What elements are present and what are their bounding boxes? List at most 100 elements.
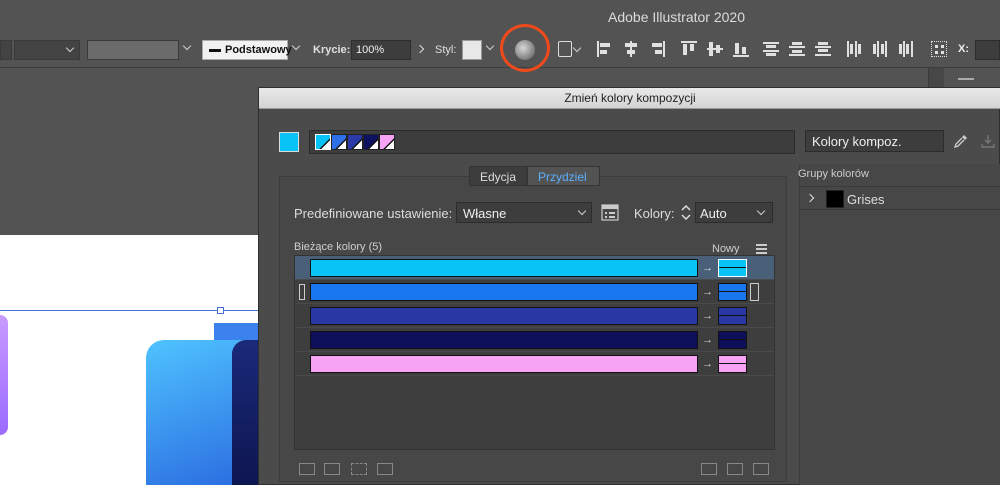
preset-label: Predefiniowane ustawienie: <box>294 206 453 221</box>
harmony-rules-dropdown[interactable] <box>309 130 840 154</box>
exclude-colors-icon[interactable] <box>351 463 367 475</box>
dialog-title: Zmień kolory kompozycji <box>259 88 1000 109</box>
stroke-weight-dropdown[interactable] <box>14 40 80 60</box>
current-color-bar[interactable] <box>310 355 698 373</box>
tab-assign[interactable]: Przydziel <box>527 166 600 186</box>
harmony-swatch[interactable] <box>315 134 331 150</box>
style-label: Styl: <box>435 44 457 56</box>
tab-edit[interactable]: Edycja <box>469 166 528 186</box>
color-group-swatch <box>826 190 844 208</box>
color-row[interactable]: → <box>295 352 774 376</box>
chevron-down-icon[interactable] <box>182 41 193 53</box>
align-top-icon[interactable] <box>681 41 697 57</box>
artwork-shape-purple[interactable] <box>0 315 8 435</box>
arrow-right-icon: → <box>702 310 713 322</box>
opacity-label: Krycie: <box>313 44 351 56</box>
distribute-left-icon[interactable] <box>846 41 862 57</box>
align-bottom-icon[interactable] <box>733 41 749 57</box>
panel-collapse-icon[interactable] <box>958 78 974 80</box>
active-color-swatch[interactable] <box>279 132 299 152</box>
current-color-bar[interactable] <box>310 331 698 349</box>
chevron-down-icon[interactable] <box>291 41 302 53</box>
stroke-line-icon <box>209 49 221 52</box>
artwork-shape-navy[interactable] <box>232 340 258 485</box>
color-groups-label: Grupy kolorów <box>798 168 869 180</box>
current-color-bar[interactable] <box>310 283 698 301</box>
opacity-value: 100% <box>356 44 385 56</box>
preset-dropdown[interactable]: Własne <box>456 202 592 223</box>
tab-edit-label: Edycja <box>480 170 517 184</box>
distribute-vertical-center-icon[interactable] <box>789 41 805 57</box>
color-row[interactable]: → <box>295 304 774 328</box>
align-vertical-center-icon[interactable] <box>707 41 723 57</box>
new-color-swatch[interactable] <box>718 307 747 325</box>
new-color-swatch[interactable] <box>718 355 747 373</box>
align-left-icon[interactable] <box>597 41 613 57</box>
tab-assign-label: Przydziel <box>538 170 587 184</box>
graphic-style-swatch[interactable] <box>462 40 482 60</box>
eyedropper-icon[interactable] <box>953 133 969 149</box>
row-options-icon[interactable] <box>750 283 759 301</box>
randomly-change-order-icon[interactable] <box>701 463 717 475</box>
new-color-swatch[interactable] <box>718 283 747 301</box>
chevron-down-icon <box>756 206 766 216</box>
new-color-swatch[interactable] <box>718 259 747 277</box>
color-group-row[interactable]: Grises <box>799 186 1000 210</box>
colors-count-dropdown[interactable]: Auto <box>695 202 773 223</box>
row-drag-handle-icon[interactable] <box>299 284 305 300</box>
find-color-icon[interactable] <box>753 463 769 475</box>
color-row[interactable]: → <box>295 256 774 280</box>
align-to-icon[interactable] <box>931 41 947 57</box>
randomly-change-saturation-icon[interactable] <box>727 463 743 475</box>
distribute-bottom-icon[interactable] <box>815 41 831 57</box>
save-color-group-icon[interactable] <box>981 134 995 148</box>
chevron-down-icon[interactable] <box>485 41 496 53</box>
colors-count-label: Kolory: <box>634 206 675 221</box>
variable-width-dropdown[interactable] <box>87 40 179 60</box>
align-right-icon[interactable] <box>649 41 665 57</box>
new-row-icon[interactable] <box>377 463 393 475</box>
chevron-down-icon[interactable] <box>572 43 583 55</box>
chevron-down-icon <box>65 43 75 53</box>
brush-definition-dropdown[interactable]: Podstawowy <box>202 40 292 60</box>
opacity-field[interactable]: 100% <box>351 40 411 60</box>
color-groups-panel <box>799 164 1000 485</box>
highlight-circle <box>500 24 550 72</box>
app-title: Adobe Illustrator 2020 <box>608 9 745 25</box>
color-group-name-field[interactable]: Kolory kompoz. <box>805 130 944 152</box>
harmony-swatch[interactable] <box>347 134 363 150</box>
x-coordinate-field[interactable] <box>975 40 1000 60</box>
preset-value: Własne <box>463 206 507 221</box>
selection-handle[interactable] <box>217 307 224 314</box>
current-color-bar[interactable] <box>310 259 698 277</box>
color-row[interactable]: → <box>295 280 774 304</box>
colors-count-value: Auto <box>700 206 727 221</box>
new-colors-label: Nowy <box>712 243 740 255</box>
merge-colors-icon[interactable] <box>299 463 315 475</box>
current-colors-label: Bieżące kolory (5) <box>294 241 383 253</box>
opacity-arrow-button[interactable] <box>414 40 428 60</box>
distribute-horizontal-center-icon[interactable] <box>872 41 888 57</box>
color-row[interactable]: → <box>295 328 774 352</box>
harmony-swatch[interactable] <box>379 134 395 150</box>
preset-options-icon[interactable] <box>601 204 619 221</box>
separate-colors-icon[interactable] <box>324 463 340 475</box>
new-color-divider <box>719 363 746 364</box>
panel-dock-strip <box>928 68 944 88</box>
fill-dropdown[interactable] <box>0 40 12 60</box>
menu-icon[interactable] <box>756 244 767 254</box>
colors-stepper-icon[interactable] <box>679 202 693 223</box>
harmony-swatch[interactable] <box>363 134 379 150</box>
align-horizontal-center-icon[interactable] <box>623 41 639 57</box>
distribute-top-icon[interactable] <box>763 41 779 57</box>
new-color-swatch[interactable] <box>718 331 747 349</box>
color-group-name: Grises <box>847 192 885 207</box>
title-bar: Adobe Illustrator 2020 <box>0 0 1000 32</box>
current-color-bar[interactable] <box>310 307 698 325</box>
harmony-swatch[interactable] <box>331 134 347 150</box>
chevron-right-icon[interactable] <box>805 193 815 203</box>
transform-icon[interactable] <box>558 41 572 57</box>
color-assign-list: → → → → → <box>294 255 775 450</box>
new-color-divider <box>719 315 746 316</box>
distribute-right-icon[interactable] <box>898 41 914 57</box>
